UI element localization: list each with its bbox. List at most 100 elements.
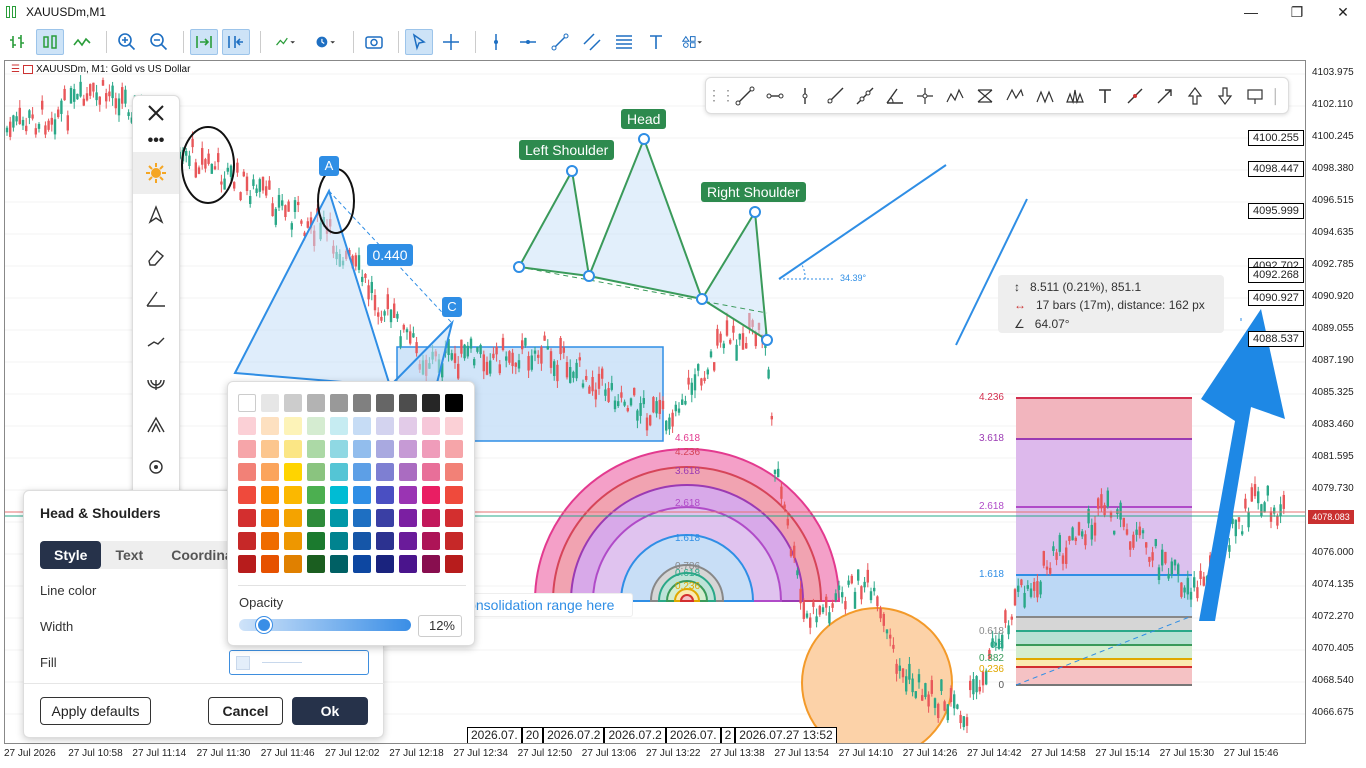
color-swatch[interactable] <box>399 532 417 550</box>
apply-defaults-button[interactable]: Apply defaults <box>40 697 151 725</box>
color-swatch[interactable] <box>399 417 417 435</box>
color-swatch[interactable] <box>353 394 371 412</box>
color-swatch[interactable] <box>376 440 394 458</box>
color-swatch[interactable] <box>284 463 302 481</box>
zoom-in-button[interactable] <box>113 29 141 55</box>
color-swatch[interactable] <box>284 486 302 504</box>
minimize-button[interactable]: — <box>1228 0 1274 24</box>
more-button[interactable]: ••• <box>133 130 179 152</box>
color-swatch[interactable] <box>422 394 440 412</box>
arrow-up-tool[interactable] <box>1180 81 1210 111</box>
extended-line-tool[interactable] <box>850 81 880 111</box>
color-swatch[interactable] <box>307 555 325 573</box>
crosshair-button[interactable] <box>437 29 465 55</box>
periods-button[interactable] <box>307 29 343 55</box>
close-window-button[interactable]: ✕ <box>1320 0 1366 24</box>
color-swatch[interactable] <box>399 440 417 458</box>
auto-scroll-button[interactable] <box>190 29 218 55</box>
color-swatch[interactable] <box>445 486 463 504</box>
gann-tool[interactable] <box>133 362 179 404</box>
close-toolbar-button[interactable] <box>133 96 179 130</box>
color-swatch[interactable] <box>238 532 256 550</box>
color-swatch[interactable] <box>261 532 279 550</box>
eraser-tool[interactable] <box>133 236 179 278</box>
restore-button[interactable]: ❐ <box>1274 0 1320 24</box>
color-swatch[interactable] <box>353 486 371 504</box>
color-swatch[interactable] <box>445 463 463 481</box>
color-swatch[interactable] <box>353 463 371 481</box>
cursor-button[interactable] <box>405 29 433 55</box>
xabcd-tool[interactable] <box>940 81 970 111</box>
color-swatch[interactable] <box>399 555 417 573</box>
color-swatch[interactable] <box>422 509 440 527</box>
color-swatch[interactable] <box>307 532 325 550</box>
color-swatch[interactable] <box>330 440 348 458</box>
color-swatch[interactable] <box>307 440 325 458</box>
arrow-down-tool[interactable] <box>1210 81 1240 111</box>
color-swatch[interactable] <box>445 440 463 458</box>
color-swatch[interactable] <box>261 417 279 435</box>
fibonacci-button[interactable] <box>610 29 638 55</box>
color-swatch[interactable] <box>422 463 440 481</box>
brush-tool[interactable] <box>1120 81 1150 111</box>
tab-text[interactable]: Text <box>101 541 157 569</box>
color-swatch[interactable] <box>238 417 256 435</box>
color-swatch[interactable] <box>261 509 279 527</box>
color-swatch[interactable] <box>330 486 348 504</box>
head-and-shoulders-pattern[interactable] <box>513 133 773 346</box>
color-swatch[interactable] <box>445 417 463 435</box>
color-swatch[interactable] <box>238 555 256 573</box>
bar-chart-button[interactable] <box>4 29 32 55</box>
color-swatch[interactable] <box>238 509 256 527</box>
opacity-slider[interactable] <box>239 617 411 633</box>
color-swatch[interactable] <box>399 463 417 481</box>
price-label-box[interactable]: 4092.268 <box>1248 267 1304 283</box>
color-swatch[interactable] <box>330 394 348 412</box>
color-swatch[interactable] <box>307 463 325 481</box>
vertical-line-tool[interactable] <box>790 81 820 111</box>
price-label-tool[interactable] <box>1240 81 1270 111</box>
color-swatch[interactable] <box>238 486 256 504</box>
time-scale[interactable]: 27 Jul 2026 27 Jul 10:58 27 Jul 11:14 27 Ju… <box>0 744 1306 768</box>
color-swatch[interactable] <box>353 509 371 527</box>
ellipse-shape[interactable] <box>801 607 953 744</box>
color-swatch[interactable] <box>353 440 371 458</box>
color-swatch[interactable] <box>422 417 440 435</box>
color-swatch[interactable] <box>330 532 348 550</box>
color-swatch[interactable] <box>422 486 440 504</box>
color-swatch[interactable] <box>330 417 348 435</box>
color-swatch[interactable] <box>445 509 463 527</box>
color-swatch[interactable] <box>284 555 302 573</box>
abcd-tool[interactable] <box>1000 81 1030 111</box>
zoom-out-button[interactable] <box>145 29 173 55</box>
color-swatch[interactable] <box>330 509 348 527</box>
fib-extension-rect[interactable] <box>1015 397 1193 686</box>
select-tool[interactable] <box>133 194 179 236</box>
color-swatch[interactable] <box>261 394 279 412</box>
cypher-tool[interactable] <box>970 81 1000 111</box>
color-swatch[interactable] <box>261 440 279 458</box>
price-label-box[interactable]: 4088.537 <box>1248 331 1304 347</box>
point-c-label[interactable]: C <box>442 297 462 317</box>
opacity-slider-handle[interactable] <box>255 617 272 633</box>
head-shoulders-tool[interactable] <box>1060 81 1090 111</box>
menu-icon[interactable]: ☰ <box>11 64 20 75</box>
color-swatch[interactable] <box>376 555 394 573</box>
cancel-button[interactable]: Cancel <box>208 697 283 725</box>
opacity-value-input[interactable]: 12% <box>418 615 462 637</box>
color-swatch[interactable] <box>422 532 440 550</box>
color-swatch[interactable] <box>284 394 302 412</box>
color-swatch[interactable] <box>422 555 440 573</box>
color-swatch[interactable] <box>238 394 256 412</box>
vertical-line-button[interactable] <box>482 29 510 55</box>
color-swatch[interactable] <box>307 394 325 412</box>
color-swatch[interactable] <box>445 532 463 550</box>
circle-tool[interactable] <box>133 446 179 488</box>
price-label-box[interactable]: 4092.702 <box>1248 258 1304 267</box>
chart-shift-button[interactable] <box>222 29 250 55</box>
consolidation-text[interactable]: Consolidation range here <box>453 593 633 617</box>
price-label-box[interactable]: 4098.447 <box>1248 161 1304 177</box>
color-swatch[interactable] <box>353 417 371 435</box>
price-label-box[interactable]: 4095.999 <box>1248 203 1304 219</box>
arrow-up-shape[interactable] <box>1199 309 1285 621</box>
